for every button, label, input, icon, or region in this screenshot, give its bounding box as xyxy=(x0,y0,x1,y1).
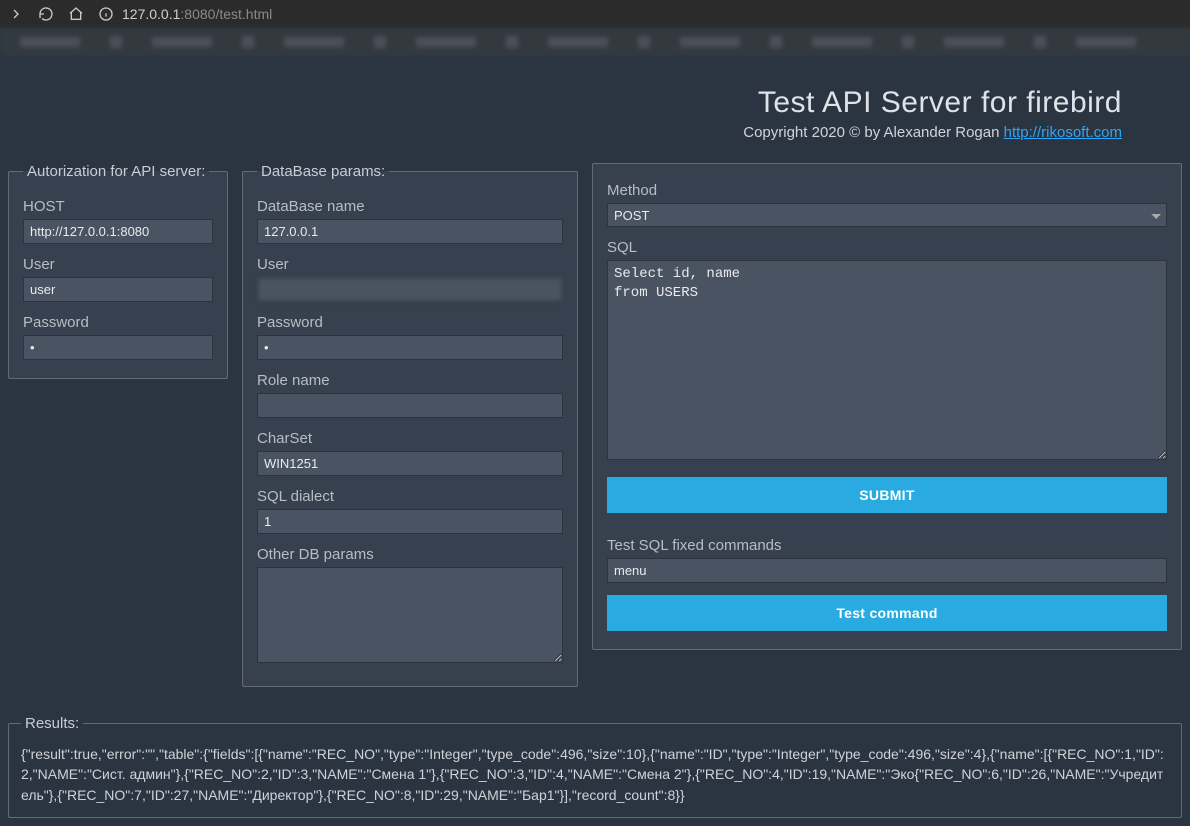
db-user-label: User xyxy=(257,256,563,273)
home-icon[interactable] xyxy=(68,6,84,22)
sql-label: SQL xyxy=(607,239,1167,256)
results-legend: Results: xyxy=(21,715,83,732)
copyright-text: Copyright 2020 © by Alexander Rogan xyxy=(743,124,1003,141)
auth-fieldset: Autorization for API server: HOST User P… xyxy=(8,163,228,379)
method-label: Method xyxy=(607,182,1167,199)
reload-icon[interactable] xyxy=(38,6,54,22)
role-label: Role name xyxy=(257,372,563,389)
test-command-button[interactable]: Test command xyxy=(607,595,1167,631)
db-password-input[interactable] xyxy=(257,335,563,360)
db-legend: DataBase params: xyxy=(257,163,389,180)
other-label: Other DB params xyxy=(257,546,563,563)
auth-password-input[interactable] xyxy=(23,335,213,360)
address-bar[interactable]: 127.0.0.1:8080/test.html xyxy=(98,6,1182,22)
url-host: 127.0.0.1 xyxy=(122,6,180,22)
copyright-link[interactable]: http://rikosoft.com xyxy=(1004,124,1122,141)
url-path: /test.html xyxy=(215,6,272,22)
dbname-input[interactable] xyxy=(257,219,563,244)
fixed-label: Test SQL fixed commands xyxy=(607,537,1167,554)
db-fieldset: DataBase params: DataBase name User Pass… xyxy=(242,163,578,687)
page-header: Test API Server for firebird Copyright 2… xyxy=(8,86,1182,141)
host-input[interactable] xyxy=(23,219,213,244)
submit-button[interactable]: SUBMIT xyxy=(607,477,1167,513)
method-select[interactable]: POST xyxy=(607,203,1167,227)
other-textarea[interactable] xyxy=(257,567,563,663)
db-password-label: Password xyxy=(257,314,563,331)
request-fieldset: Method POST SQL SUBMIT Test SQL fixed co… xyxy=(592,163,1182,650)
url-port: :8080 xyxy=(180,6,215,22)
charset-label: CharSet xyxy=(257,430,563,447)
sql-textarea[interactable] xyxy=(607,260,1167,460)
page-title: Test API Server for firebird xyxy=(8,86,1122,120)
results-fieldset: Results: {"result":true,"error":"","tabl… xyxy=(8,715,1182,818)
dialect-label: SQL dialect xyxy=(257,488,563,505)
role-input[interactable] xyxy=(257,393,563,418)
info-icon xyxy=(98,6,114,22)
fixed-input[interactable] xyxy=(607,558,1167,583)
bookmarks-bar xyxy=(0,28,1190,56)
auth-legend: Autorization for API server: xyxy=(23,163,209,180)
dialect-input[interactable] xyxy=(257,509,563,534)
host-label: HOST xyxy=(23,198,213,215)
auth-user-label: User xyxy=(23,256,213,273)
charset-input[interactable] xyxy=(257,451,563,476)
db-user-input[interactable] xyxy=(257,277,563,302)
dbname-label: DataBase name xyxy=(257,198,563,215)
browser-toolbar: 127.0.0.1:8080/test.html xyxy=(0,0,1190,28)
results-text: {"result":true,"error":"","table":{"fiel… xyxy=(21,744,1169,805)
auth-user-input[interactable] xyxy=(23,277,213,302)
auth-password-label: Password xyxy=(23,314,213,331)
forward-icon[interactable] xyxy=(8,6,24,22)
